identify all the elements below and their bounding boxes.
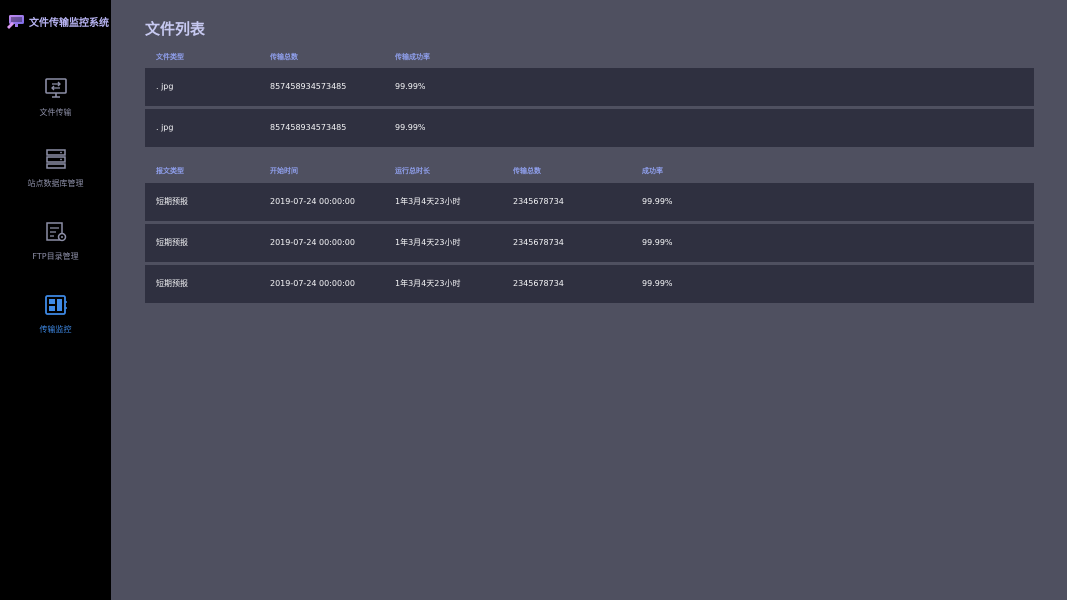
page-title: 文件列表 [145,20,206,38]
cell-run-duration: 1年3月4天23小时 [395,279,461,288]
sidebar-item-ftp-directory[interactable]: FTP目录管理 [0,221,111,262]
cell-success-rate: 99.99% [642,197,673,206]
cell-file-type: . jpg [156,82,174,91]
cell-report-type: 短期预报 [156,197,188,206]
cell-transfer-total: 2345678734 [513,238,564,247]
dashboard-icon [44,295,67,315]
cell-start-time: 2019-07-24 00:00:00 [270,197,355,206]
transfer-monitor-icon [44,78,67,98]
cell-success-rate: 99.99% [395,123,426,132]
column-header-success-rate: 成功率 [642,167,663,175]
column-header-run-duration: 运行总时长 [395,167,430,175]
sidebar-item-station-database[interactable]: 站点数据库管理 [0,148,111,189]
column-header-file-type: 文件类型 [156,53,184,61]
sidebar-item-file-transfer[interactable]: 文件传输 [0,77,111,118]
column-header-success-rate: 传输成功率 [395,53,430,61]
main-content: 文件列表 文件类型 传输总数 传输成功率 . jpg 8574589345734… [145,0,1034,600]
table-row: 短期预报 2019-07-24 00:00:00 1年3月4天23小时 2345… [145,224,1034,262]
sidebar-item-transfer-monitor[interactable]: 传输监控 [0,294,111,335]
column-header-report-type: 报文类型 [156,167,184,175]
cell-run-duration: 1年3月4天23小时 [395,197,461,206]
table-row: 短期预报 2019-07-24 00:00:00 1年3月4天23小时 2345… [145,265,1034,303]
table-row: . jpg 857458934573485 99.99% [145,68,1034,106]
sidebar-item-label: 文件传输 [39,108,72,117]
column-header-transfer-total: 传输总数 [513,167,541,175]
column-header-transfer-total: 传输总数 [270,53,298,61]
database-icon [45,149,66,169]
cell-start-time: 2019-07-24 00:00:00 [270,279,355,288]
cell-start-time: 2019-07-24 00:00:00 [270,238,355,247]
ftp-directory-icon [45,222,66,242]
sidebar-item-label: FTP目录管理 [32,252,79,261]
column-header-start-time: 开始时间 [270,167,298,175]
table-row: 短期预报 2019-07-24 00:00:00 1年3月4天23小时 2345… [145,183,1034,221]
cell-transfer-total: 857458934573485 [270,82,347,91]
cell-transfer-total: 857458934573485 [270,123,347,132]
file-table-header: 文件类型 传输总数 传输成功率 [145,49,1034,65]
cell-success-rate: 99.99% [642,238,673,247]
cell-transfer-total: 2345678734 [513,197,564,206]
sidebar: 文件传输监控系统 文件传输 站点数据库管理 FTP目录管理 传输监控 [0,0,111,600]
cell-run-duration: 1年3月4天23小时 [395,238,461,247]
cell-success-rate: 99.99% [395,82,426,91]
sidebar-item-label: 站点数据库管理 [27,179,84,188]
cell-report-type: 短期预报 [156,279,188,288]
cell-transfer-total: 2345678734 [513,279,564,288]
table-row: . jpg 857458934573485 99.99% [145,109,1034,147]
cell-file-type: . jpg [156,123,174,132]
app-title: 文件传输监控系统 [29,17,109,29]
cell-report-type: 短期预报 [156,238,188,247]
monitor-logo-icon [7,14,24,29]
report-table-header: 报文类型 开始时间 运行总时长 传输总数 成功率 [145,163,1034,179]
brand: 文件传输监控系统 [6,12,109,30]
sidebar-item-label: 传输监控 [39,325,72,334]
cell-success-rate: 99.99% [642,279,673,288]
